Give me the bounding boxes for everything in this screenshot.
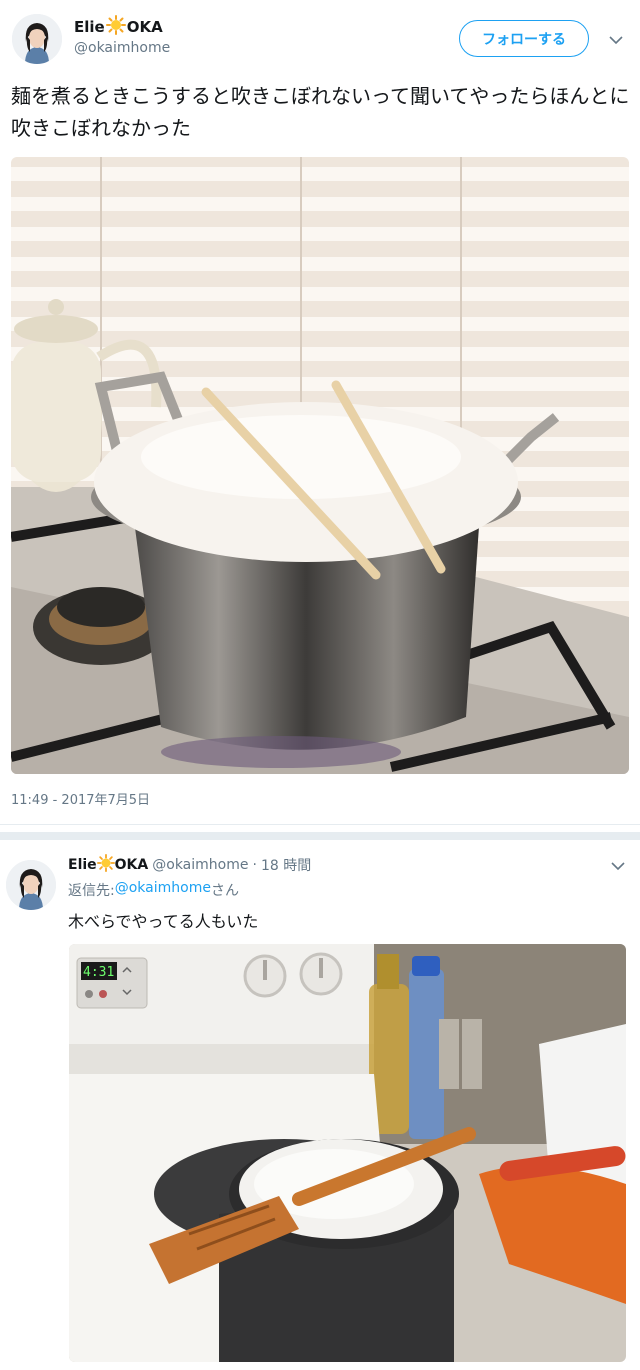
header-separator: · — [252, 857, 257, 873]
reply-to-line: 返信先: @okaimhome さん — [68, 880, 239, 900]
author-name-last: OKA — [126, 18, 163, 36]
author-name[interactable]: Elie OKA — [74, 15, 163, 39]
reply-tweet[interactable]: Elie OKA @okaimhome · 18 時間 返信先: @okaimh… — [0, 842, 640, 1370]
author-avatar[interactable] — [12, 14, 62, 64]
reply-to-handle[interactable]: @okaimhome — [115, 880, 211, 900]
tweet-text: 麺を煮るときこうすると吹きこぼれないって聞いてやったらほんとに吹きこぼれなかった — [11, 84, 630, 140]
reply-author-name-first: Elie — [68, 857, 97, 873]
reply-to-label: 返信先: — [68, 883, 115, 899]
chevron-down-icon[interactable] — [610, 858, 626, 874]
main-tweet: Elie OKA @okaimhome フォローする 麺を煮るときこうすると吹き… — [0, 0, 640, 830]
stove-timer: 4:31 — [83, 965, 114, 980]
thread-separator — [0, 832, 640, 840]
reply-avatar[interactable] — [6, 860, 56, 910]
sun-emoji-icon — [96, 854, 115, 876]
tweet-timestamp[interactable]: 11:49 - 2017年7月5日 — [11, 789, 150, 808]
follow-button[interactable]: フォローする — [459, 20, 589, 57]
reply-author-name[interactable]: Elie OKA — [68, 854, 148, 876]
sun-emoji-icon — [105, 15, 126, 39]
pot-with-wooden-spatula-photo[interactable]: 4:31 — [69, 944, 626, 1362]
chevron-down-icon[interactable] — [608, 32, 624, 48]
reply-text: 木べらでやってる人もいた — [68, 912, 259, 931]
reply-to-suffix: さん — [210, 883, 239, 899]
reply-author-handle[interactable]: @okaimhome — [152, 857, 248, 873]
pot-with-chopsticks-photo[interactable] — [11, 157, 629, 774]
author-name-first: Elie — [74, 18, 105, 36]
reply-header: Elie OKA @okaimhome · 18 時間 — [68, 854, 311, 876]
tweet-divider — [0, 824, 640, 825]
author-handle[interactable]: @okaimhome — [74, 40, 170, 56]
reply-time[interactable]: 18 時間 — [261, 855, 311, 875]
reply-author-name-last: OKA — [114, 857, 149, 873]
